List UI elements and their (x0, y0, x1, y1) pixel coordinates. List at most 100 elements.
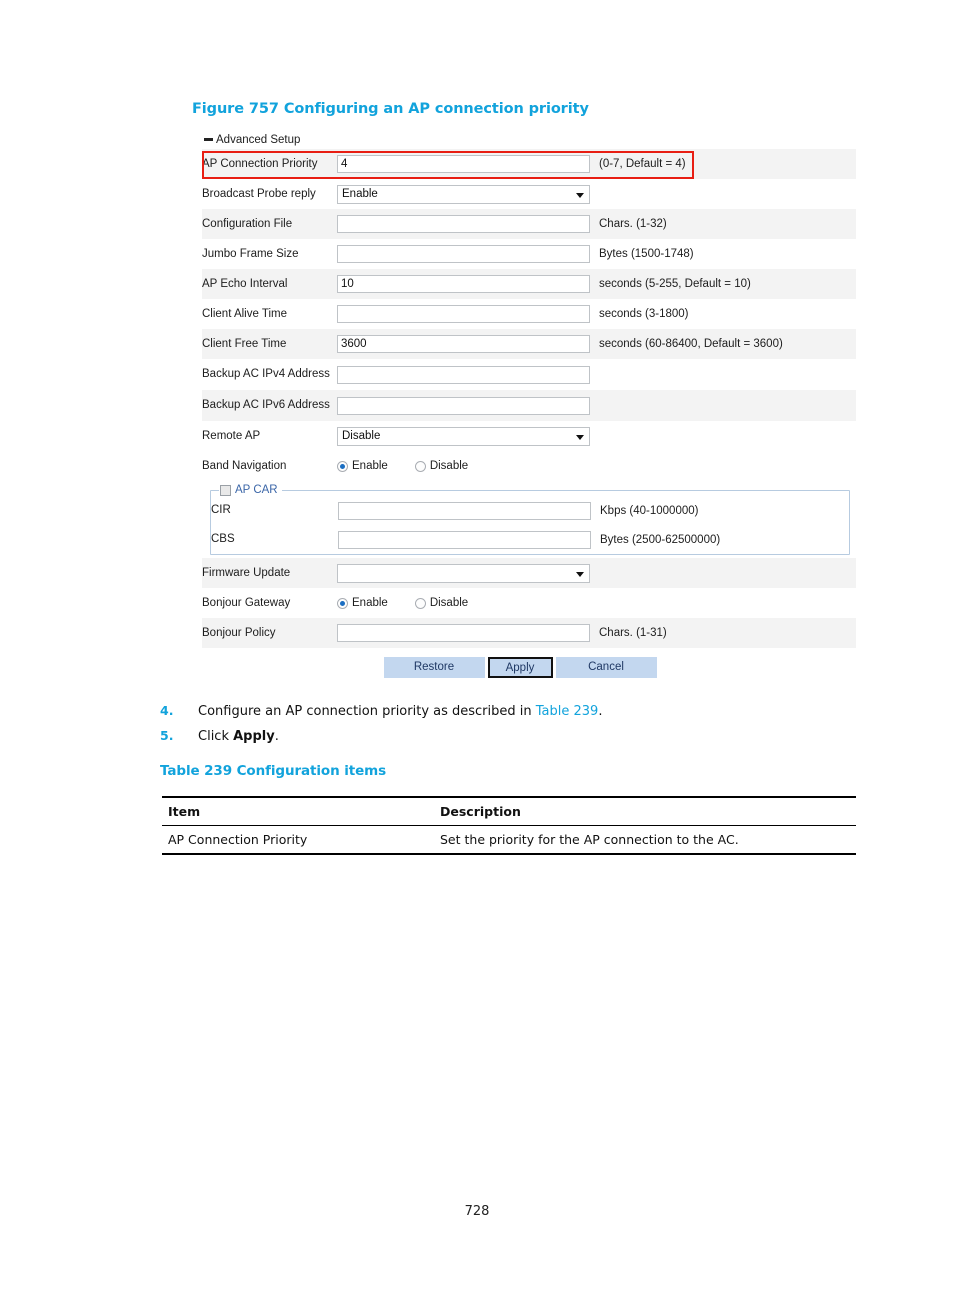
radio-label: Disable (429, 597, 469, 609)
table-row: Client Free Time seconds (60-86400, Defa… (202, 329, 856, 359)
table-head: Item Description (162, 797, 856, 826)
step-text-pre: Click (198, 729, 234, 744)
ap-car-checkbox[interactable] (220, 484, 231, 496)
advanced-setup-form: AP Connection Priority (0-7, Default = 4… (202, 149, 856, 648)
field-hint: seconds (3-1800) (599, 308, 689, 320)
configuration-items-table: Item Description AP Connection Priority … (162, 796, 856, 855)
table-cross-reference-link[interactable]: Table 239 (536, 704, 599, 719)
ap-connection-priority-input[interactable] (337, 155, 590, 173)
apply-button[interactable]: Apply (487, 657, 553, 678)
backup-ac-ipv4-address-input[interactable] (337, 365, 590, 384)
field-cell (337, 618, 599, 648)
step-number: 5. (160, 728, 174, 743)
table-row: CIR Kbps (40-1000000) (211, 496, 849, 525)
restore-button[interactable]: Restore (383, 657, 485, 678)
ap-car-row: AP CAR CIR Kbps (40-1000000) CBS Bytes (… (202, 481, 856, 558)
bonjour-gateway-disable-option[interactable]: Disable (414, 597, 469, 609)
cancel-button[interactable]: Cancel (555, 657, 657, 678)
field-hint (599, 421, 856, 451)
field-label: Bonjour Policy (202, 626, 276, 639)
field-label: Jumbo Frame Size (202, 247, 299, 260)
field-hint (599, 451, 856, 481)
table-caption: Table 239 Configuration items (160, 763, 387, 779)
radio-unselected-icon[interactable] (414, 460, 426, 472)
column-header-description: Description (440, 804, 521, 819)
radio-selected-icon[interactable] (337, 597, 348, 609)
field-label: Backup AC IPv4 Address (202, 368, 330, 380)
ap-car-label: AP CAR (235, 484, 278, 496)
field-hint: seconds (60-86400, Default = 3600) (599, 338, 783, 350)
field-hint (599, 179, 856, 209)
procedure-steps: 4. Configure an AP connection priority a… (160, 703, 880, 753)
bonjour-gateway-radio-group: Enable Disable (337, 597, 599, 609)
field-hint: Chars. (1-31) (599, 627, 667, 639)
chevron-down-icon[interactable] (576, 571, 584, 577)
page-number: 728 (464, 1204, 490, 1219)
field-cell (338, 525, 600, 554)
field-cell: Enable Disable (337, 588, 599, 618)
column-header-item: Item (168, 804, 201, 819)
radio-label: Disable (429, 460, 469, 472)
chevron-down-icon[interactable] (576, 434, 584, 440)
chevron-down-icon[interactable] (576, 192, 584, 198)
ap-car-legend[interactable]: AP CAR (219, 484, 282, 496)
configuration-file-input[interactable] (337, 215, 590, 233)
cell-description: Set the priority for the AP connection t… (440, 832, 739, 847)
cir-input[interactable] (338, 501, 591, 520)
list-item: 5. Click Apply. (160, 728, 880, 745)
radio-unselected-icon[interactable] (414, 597, 426, 609)
backup-ac-ipv6-address-input[interactable] (337, 396, 590, 415)
field-label: Client Free Time (202, 337, 287, 350)
advanced-setup-section-header[interactable]: Advanced Setup (202, 130, 856, 149)
table-row: Broadcast Probe reply Enable (202, 179, 856, 209)
table-row: Backup AC IPv4 Address (202, 359, 856, 390)
client-alive-time-input[interactable] (337, 305, 590, 323)
table-row: AP Echo Interval seconds (5-255, Default… (202, 269, 856, 299)
field-hint: (0-7, Default = 4) (599, 158, 686, 170)
ap-car-table: CIR Kbps (40-1000000) CBS Bytes (2500-62… (211, 496, 849, 554)
radio-label: Enable (352, 597, 388, 609)
field-cell (337, 329, 599, 359)
remote-ap-select[interactable]: Disable (337, 426, 590, 446)
collapse-minus-icon[interactable] (204, 135, 213, 144)
table-row: Firmware Update (202, 558, 856, 588)
step-text-post: . (598, 704, 603, 719)
select-value: Enable (342, 187, 378, 200)
step-bold-term: Apply (233, 729, 275, 744)
field-hint (599, 390, 856, 421)
field-hint (599, 359, 856, 390)
jumbo-frame-size-input[interactable] (337, 245, 590, 263)
table-row: Configuration File Chars. (1-32) (202, 209, 856, 239)
field-label: Backup AC IPv6 Address (202, 399, 330, 411)
field-cell (337, 149, 599, 179)
radio-selected-icon[interactable] (337, 460, 348, 472)
firmware-update-select[interactable] (337, 563, 590, 583)
ap-car-fieldset: AP CAR CIR Kbps (40-1000000) CBS Bytes (… (210, 484, 850, 555)
step-text-pre: Configure an AP connection priority as d… (198, 704, 536, 719)
client-free-time-input[interactable] (337, 335, 590, 353)
field-label: Remote AP (202, 429, 261, 442)
cbs-input[interactable] (338, 530, 591, 549)
field-cell (337, 209, 599, 239)
field-cell (337, 359, 599, 390)
broadcast-probe-reply-select[interactable]: Enable (337, 184, 590, 204)
ap-echo-interval-input[interactable] (337, 275, 590, 293)
list-item: 4. Configure an AP connection priority a… (160, 703, 880, 720)
field-label: CIR (211, 504, 231, 516)
field-label: Configuration File (202, 217, 293, 230)
band-navigation-disable-option[interactable]: Disable (414, 460, 469, 472)
field-hint: Bytes (1500-1748) (599, 248, 694, 260)
bonjour-gateway-enable-option[interactable]: Enable (337, 597, 388, 609)
table-row: Jumbo Frame Size Bytes (1500-1748) (202, 239, 856, 269)
field-cell (337, 558, 599, 588)
ap-advanced-setup-screenshot: Advanced Setup AP Connection Priority (0… (202, 130, 856, 678)
table-row: Bonjour Gateway Enable Disable (202, 588, 856, 618)
table-row: AP Connection Priority (0-7, Default = 4… (202, 149, 856, 179)
table-row: Backup AC IPv6 Address (202, 390, 856, 421)
band-navigation-enable-option[interactable]: Enable (337, 460, 388, 472)
field-cell (337, 390, 599, 421)
field-cell (337, 299, 599, 329)
field-cell (337, 269, 599, 299)
field-cell: Enable Disable (337, 451, 599, 481)
bonjour-policy-input[interactable] (337, 624, 590, 642)
